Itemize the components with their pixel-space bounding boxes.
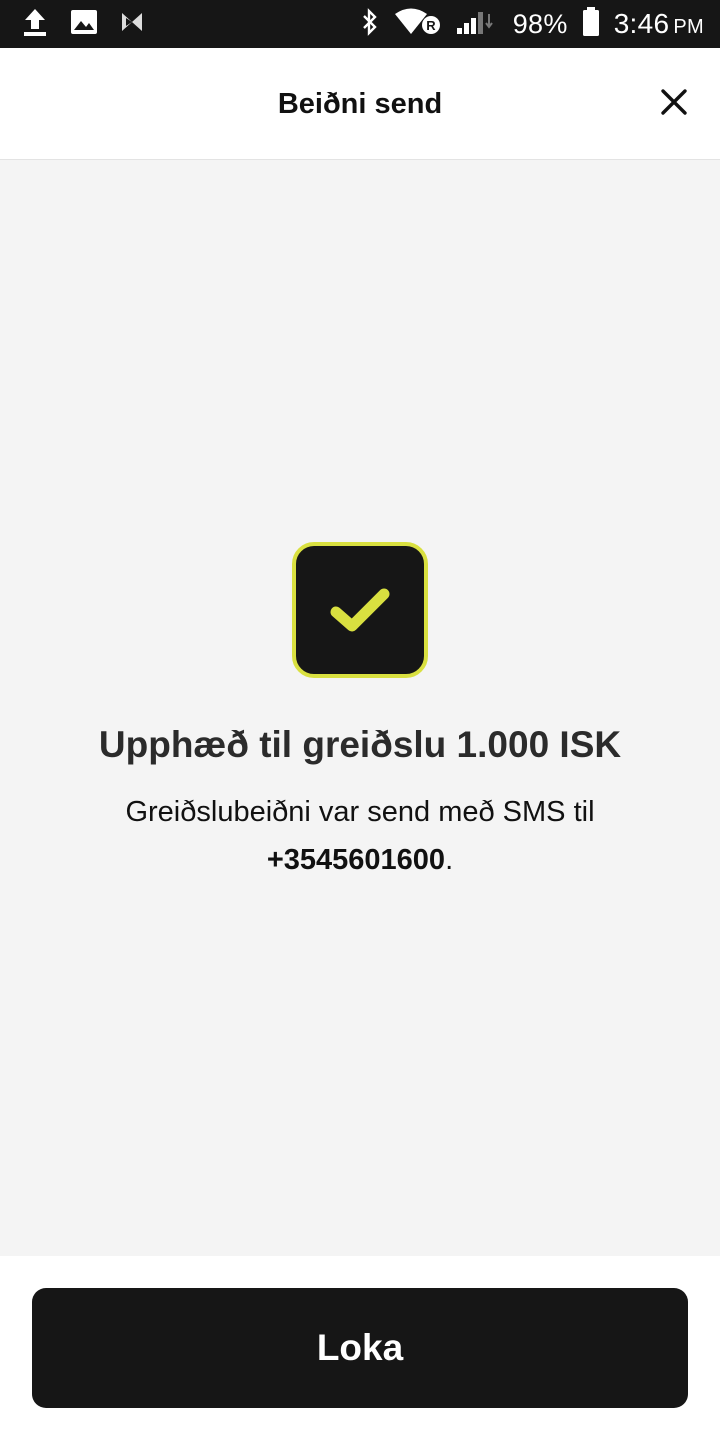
clock: 3:46 PM [614, 8, 704, 40]
message-period: . [445, 844, 454, 876]
message-text: Greiðslubeiðni var send með SMS til [125, 796, 595, 828]
phone-number: +3545601600 [266, 844, 446, 876]
footer: Loka [0, 1256, 720, 1440]
app-icon [120, 10, 144, 39]
success-content: Upphæð til greiðslu 1.000 ISK Greiðslube… [0, 161, 720, 1256]
checkmark-icon [330, 588, 390, 632]
wifi-icon: R [393, 7, 441, 42]
page-title: Beiðni send [277, 88, 443, 120]
status-bar: R 98% 3:46 PM [0, 0, 720, 48]
battery-percent: 98% [512, 8, 568, 39]
amount-title: Upphæð til greiðslu 1.000 ISK [98, 724, 622, 765]
svg-text:R: R [426, 18, 436, 33]
close-icon [661, 89, 687, 115]
success-badge [292, 542, 428, 678]
app-header: Beiðni send [0, 48, 720, 160]
sms-message: Greiðslubeiðni var send með SMS til +354… [60, 788, 660, 884]
clock-time: 3:46 [613, 8, 670, 39]
bluetooth-icon [361, 7, 379, 41]
upload-icon [22, 7, 48, 42]
signal-icon [455, 8, 499, 41]
status-bar-left [22, 7, 166, 42]
image-icon [70, 9, 98, 40]
battery-icon [582, 6, 600, 42]
status-bar-right: R 98% 3:46 PM [347, 6, 704, 42]
close-primary-button[interactable]: Loka [32, 1288, 688, 1408]
close-button[interactable] [654, 82, 694, 122]
clock-ampm: PM [673, 16, 704, 38]
